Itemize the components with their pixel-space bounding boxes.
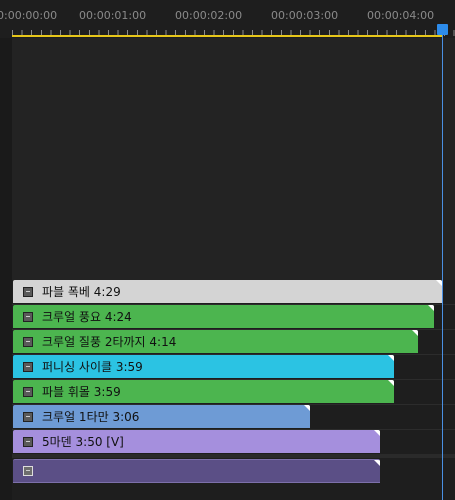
audio-clip[interactable]: 파블 휘몰 3:59 — [13, 380, 394, 403]
playhead-handle[interactable] — [437, 24, 448, 35]
clip-end-marker — [388, 380, 394, 386]
clip-end-marker — [388, 355, 394, 361]
track-header-strip — [0, 38, 12, 500]
clip-label: 크루얼 질풍 2타까지 4:14 — [42, 335, 177, 349]
clip-end-marker — [374, 430, 380, 436]
ruler-timecode: 00:00:02:00 — [175, 9, 243, 22]
audio-clip[interactable]: 크루얼 1타만 3:06 — [13, 405, 310, 428]
clip-label: 퍼니싱 사이클 3:59 — [42, 360, 143, 374]
clip-end-marker — [304, 405, 310, 411]
fx-badge-icon — [23, 386, 33, 397]
ruler-timecode: 00:00:03:00 — [271, 9, 339, 22]
clip-end-marker — [428, 305, 434, 311]
clip-label: 크루얼 풍요 4:24 — [42, 310, 132, 324]
audio-clip[interactable]: 5마덴 3:50 [V] — [13, 430, 380, 453]
clip-label: 크루얼 1타만 3:06 — [42, 410, 140, 424]
ruler-timecode: 00:00:04:00 — [367, 9, 435, 22]
fx-badge-icon — [23, 466, 33, 476]
ruler-timecode: 00:00:01:00 — [79, 9, 147, 22]
time-ruler[interactable]: 00:00:00:00 00:00:01:00 00:00:02:00 00:0… — [0, 0, 455, 38]
fx-badge-icon — [23, 286, 33, 297]
fx-badge-icon — [23, 411, 33, 422]
work-area-bar[interactable] — [12, 35, 443, 37]
audio-clip[interactable]: 파블 폭베 4:29 — [13, 280, 442, 303]
track-group-separator — [12, 454, 455, 458]
ruler-timecode: 00:00:00:00 — [0, 9, 58, 22]
audio-clip[interactable]: 퍼니싱 사이클 3:59 — [13, 355, 394, 378]
audio-clip[interactable]: 크루얼 풍요 4:24 — [13, 305, 434, 328]
clip-end-marker — [412, 330, 418, 336]
clip-label: 파블 휘몰 3:59 — [42, 385, 121, 399]
audio-clip[interactable]: 크루얼 질풍 2타까지 4:14 — [13, 330, 418, 353]
audio-clip[interactable] — [13, 459, 380, 483]
playhead-line[interactable] — [442, 26, 443, 500]
fx-badge-icon — [23, 436, 33, 447]
fx-badge-icon — [23, 311, 33, 322]
fx-badge-icon — [23, 336, 33, 347]
clip-end-marker — [374, 460, 380, 466]
empty-video-tracks[interactable] — [12, 38, 455, 280]
clip-label: 5마덴 3:50 [V] — [42, 435, 124, 449]
clip-label: 파블 폭베 4:29 — [42, 285, 121, 299]
fx-badge-icon — [23, 361, 33, 372]
